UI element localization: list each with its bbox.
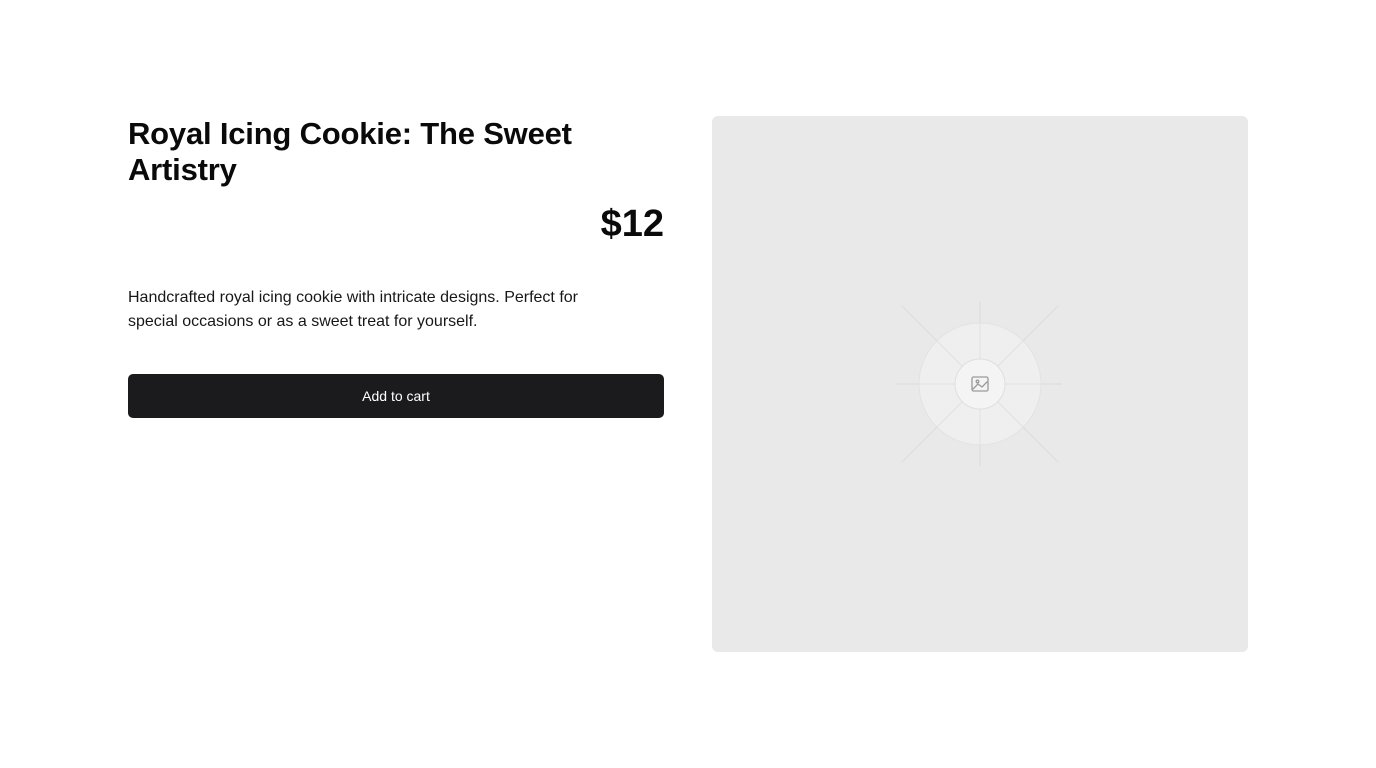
product-page: Royal Icing Cookie: The Sweet Artistry $…: [0, 0, 1376, 768]
product-description: Handcrafted royal icing cookie with intr…: [128, 289, 578, 330]
product-image-placeholder: [712, 116, 1248, 652]
product-info: Royal Icing Cookie: The Sweet Artistry $…: [128, 116, 664, 418]
placeholder-graphic: [897, 301, 1062, 466]
product-title: Royal Icing Cookie: The Sweet Artistry: [128, 116, 572, 187]
product-price: $12: [600, 203, 664, 245]
add-to-cart-button[interactable]: Add to cart: [128, 374, 664, 418]
